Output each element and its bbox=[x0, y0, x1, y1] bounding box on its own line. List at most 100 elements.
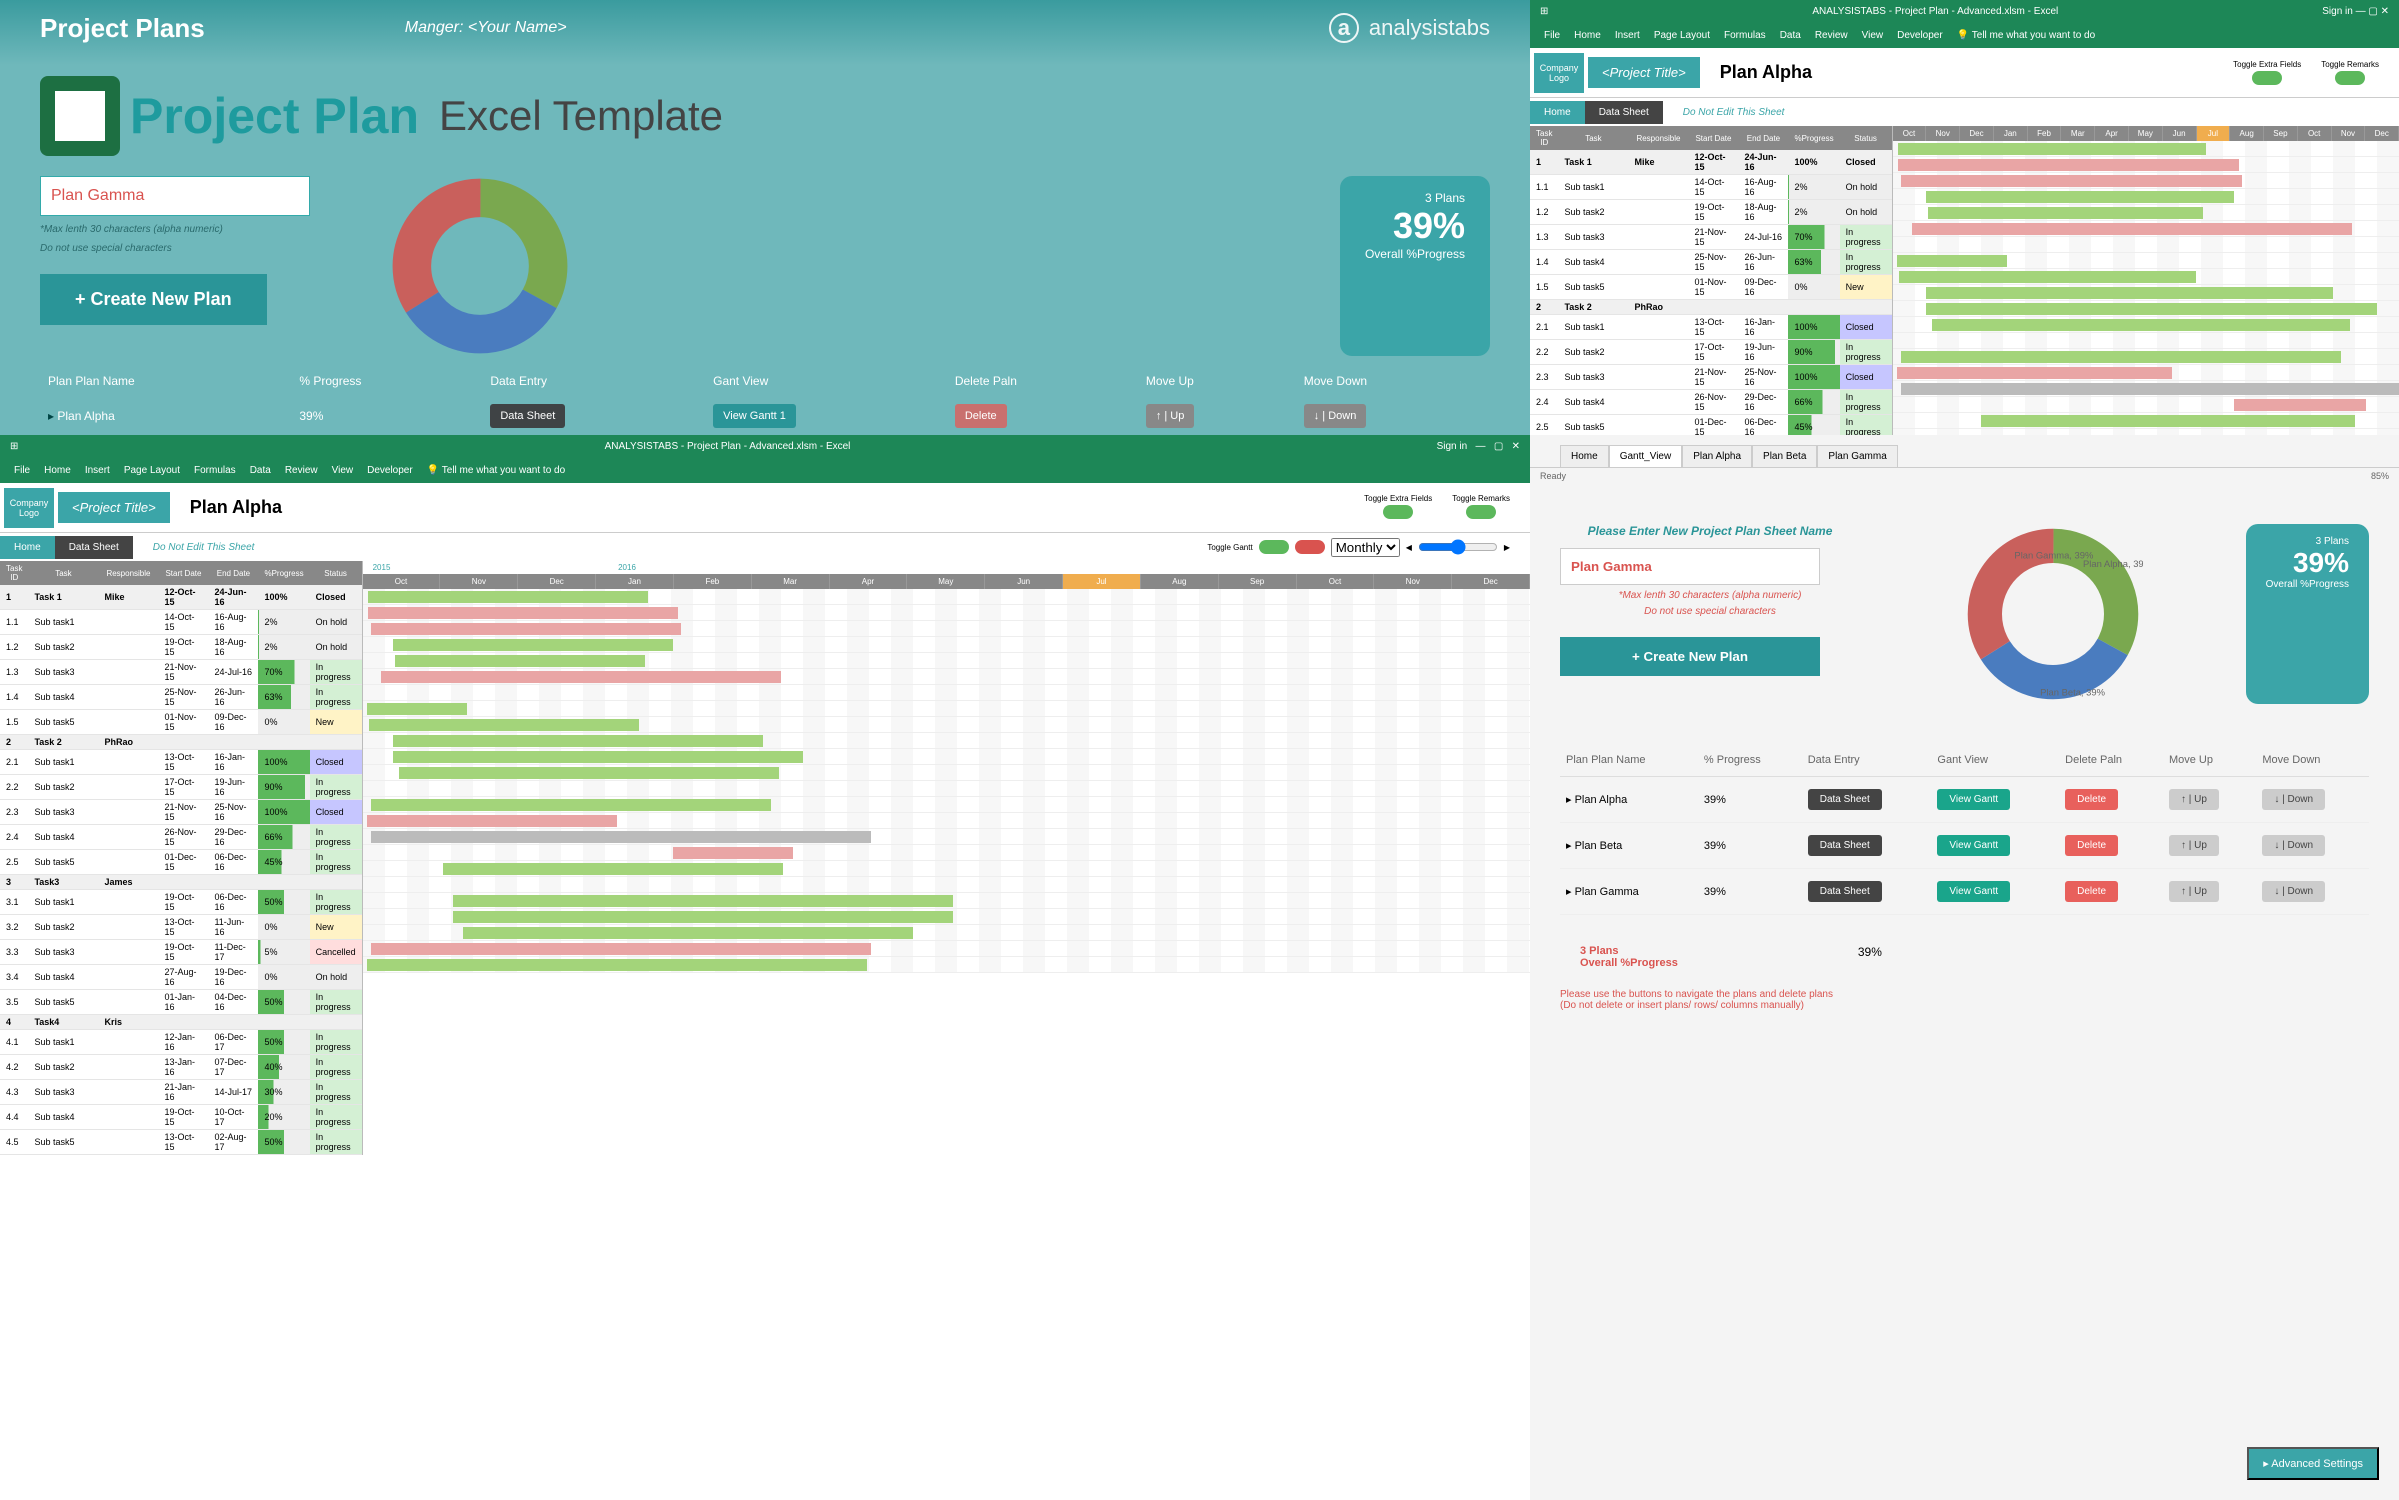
gantt-bar[interactable] bbox=[367, 959, 867, 971]
gantt-bar[interactable] bbox=[1928, 207, 2203, 219]
move-down-button[interactable]: ↓ | Down bbox=[2262, 881, 2325, 902]
datasheet-button[interactable]: Data Sheet bbox=[1808, 835, 1882, 856]
plan-name-input[interactable] bbox=[40, 176, 310, 216]
gantt-bar[interactable] bbox=[463, 927, 913, 939]
task-row[interactable]: 3.1Sub task119-Oct-1506-Dec-1650%In prog… bbox=[0, 890, 362, 915]
advanced-settings-button[interactable]: ▸ Advanced Settings bbox=[2247, 1447, 2379, 1480]
tab-datasheet[interactable]: Data Sheet bbox=[55, 536, 133, 559]
sheet-tab[interactable]: Home bbox=[1560, 445, 1609, 467]
task-row[interactable]: 1.1Sub task114-Oct-1516-Aug-162%On hold bbox=[1530, 175, 1892, 200]
task-row[interactable]: 3.4Sub task427-Aug-1619-Dec-160%On hold bbox=[0, 965, 362, 990]
delete-button[interactable]: Delete bbox=[2065, 835, 2118, 856]
sheet-tab[interactable]: Gantt_View bbox=[1609, 445, 1683, 467]
ribbon-tab[interactable]: Insert bbox=[85, 465, 110, 476]
ribbon-tab[interactable]: Page Layout bbox=[124, 465, 180, 476]
signin-link[interactable]: Sign in bbox=[1437, 441, 1468, 452]
gantt-bar[interactable] bbox=[1899, 271, 2196, 283]
window-controls-left[interactable]: ⊞ bbox=[1540, 6, 1548, 17]
task-row[interactable]: 1.2Sub task219-Oct-1518-Aug-162%On hold bbox=[1530, 200, 1892, 225]
gantt-bar[interactable] bbox=[1926, 287, 2333, 299]
gantt-bar[interactable] bbox=[2234, 399, 2366, 411]
ribbon-tab[interactable]: Data bbox=[250, 465, 271, 476]
task-row[interactable]: 1.3Sub task321-Nov-1524-Jul-1670%In prog… bbox=[0, 660, 362, 685]
gantt-bar[interactable] bbox=[1897, 255, 2007, 267]
ribbon-tab[interactable]: Formulas bbox=[1724, 30, 1766, 41]
ribbon-tab[interactable]: Home bbox=[44, 465, 71, 476]
task-row[interactable]: 1.3Sub task321-Nov-1524-Jul-1670%In prog… bbox=[1530, 225, 1892, 250]
toggle-gantt-off[interactable] bbox=[1295, 540, 1325, 554]
task-row[interactable]: 1.1Sub task114-Oct-1516-Aug-162%On hold bbox=[0, 610, 362, 635]
task-row[interactable]: 2.1Sub task113-Oct-1516-Jan-16100%Closed bbox=[1530, 315, 1892, 340]
move-up-button[interactable]: ↑ | Up bbox=[1146, 404, 1195, 428]
toggle-gantt-on[interactable] bbox=[1259, 540, 1289, 554]
task-row[interactable]: 1.4Sub task425-Nov-1526-Jun-1663%In prog… bbox=[0, 685, 362, 710]
gantt-bar[interactable] bbox=[1901, 175, 2242, 187]
expand-icon[interactable]: ▸ bbox=[1566, 794, 1572, 806]
datasheet-button[interactable]: Data Sheet bbox=[490, 404, 565, 428]
gantt-bar[interactable] bbox=[371, 831, 871, 843]
task-row[interactable]: 4.2Sub task213-Jan-1607-Dec-1740%In prog… bbox=[0, 1055, 362, 1080]
gantt-bar[interactable] bbox=[368, 591, 648, 603]
task-row[interactable]: 1.4Sub task425-Nov-1526-Jun-1663%In prog… bbox=[1530, 250, 1892, 275]
gantt-bar[interactable] bbox=[1897, 367, 2172, 379]
task-row[interactable]: 1.5Sub task501-Nov-1509-Dec-160%New bbox=[0, 710, 362, 735]
task-row[interactable]: 2.3Sub task321-Nov-1525-Nov-16100%Closed bbox=[1530, 365, 1892, 390]
task-row[interactable]: 1.2Sub task219-Oct-1518-Aug-162%On hold bbox=[0, 635, 362, 660]
gantt-bar[interactable] bbox=[1926, 191, 2234, 203]
toggle-remarks-show[interactable] bbox=[1466, 505, 1496, 519]
move-up-button[interactable]: ↑ | Up bbox=[2169, 835, 2219, 856]
task-row[interactable]: 2.1Sub task113-Oct-1516-Jan-16100%Closed bbox=[0, 750, 362, 775]
ribbon-tab[interactable]: Data bbox=[1780, 30, 1801, 41]
gantt-bar[interactable] bbox=[393, 751, 803, 763]
ribbon-tab[interactable]: Developer bbox=[367, 465, 413, 476]
gantt-bar[interactable] bbox=[393, 735, 763, 747]
ribbon-tab[interactable]: Home bbox=[1574, 30, 1601, 41]
task-row[interactable]: 2Task 2PhRao bbox=[0, 735, 362, 750]
task-row[interactable]: 4.1Sub task112-Jan-1606-Dec-1750%In prog… bbox=[0, 1030, 362, 1055]
ribbon-tab[interactable]: Review bbox=[1815, 30, 1848, 41]
gantt-bar[interactable] bbox=[371, 799, 771, 811]
gantt-bar[interactable] bbox=[369, 719, 639, 731]
task-row[interactable]: 4.5Sub task513-Oct-1502-Aug-1750%In prog… bbox=[0, 1130, 362, 1155]
delete-button[interactable]: Delete bbox=[2065, 789, 2118, 810]
task-row[interactable]: 2.5Sub task501-Dec-1506-Dec-1645%In prog… bbox=[0, 850, 362, 875]
window-controls-right[interactable]: Sign in — ▢ ✕ bbox=[2322, 6, 2389, 17]
gantt-bar[interactable] bbox=[371, 623, 681, 635]
task-row[interactable]: 2.4Sub task426-Nov-1529-Dec-1666%In prog… bbox=[1530, 390, 1892, 415]
gantt-bar[interactable] bbox=[381, 671, 781, 683]
delete-button[interactable]: Delete bbox=[955, 404, 1007, 428]
scroll-right-icon[interactable]: ▶ bbox=[1504, 543, 1510, 552]
gantt-bar[interactable] bbox=[367, 815, 617, 827]
task-row[interactable]: 4.4Sub task419-Oct-1510-Oct-1720%In prog… bbox=[0, 1105, 362, 1130]
ribbon-tab[interactable]: Formulas bbox=[194, 465, 236, 476]
task-row[interactable]: 2.2Sub task217-Oct-1519-Jun-1690%In prog… bbox=[0, 775, 362, 800]
gantt-bar[interactable] bbox=[1912, 223, 2352, 235]
gantt-bar[interactable] bbox=[1898, 159, 2239, 171]
window-controls-right[interactable]: Sign in — ▢ ✕ bbox=[1437, 441, 1520, 452]
move-down-button[interactable]: ↓ | Down bbox=[1304, 404, 1367, 428]
gantt-bar[interactable] bbox=[1926, 303, 2377, 315]
gantt-bar[interactable] bbox=[371, 943, 871, 955]
ribbon-tab[interactable]: File bbox=[1544, 30, 1560, 41]
ribbon-tab[interactable]: Insert bbox=[1615, 30, 1640, 41]
sheet-tab[interactable]: Plan Alpha bbox=[1682, 445, 1752, 467]
gantt-bar[interactable] bbox=[368, 607, 678, 619]
view-gantt-button[interactable]: View Gantt bbox=[1937, 835, 2010, 856]
expand-icon[interactable]: ▸ bbox=[1566, 886, 1572, 898]
task-row[interactable]: 3.5Sub task501-Jan-1604-Dec-1650%In prog… bbox=[0, 990, 362, 1015]
sheet-tab[interactable]: Plan Beta bbox=[1752, 445, 1817, 467]
task-row[interactable]: 3.3Sub task319-Oct-1511-Dec-175%Cancelle… bbox=[0, 940, 362, 965]
gantt-bar[interactable] bbox=[1901, 351, 2341, 363]
gantt-bar[interactable] bbox=[1898, 143, 2206, 155]
task-row[interactable]: 2.4Sub task426-Nov-1529-Dec-1666%In prog… bbox=[0, 825, 362, 850]
ribbon-tab[interactable]: Developer bbox=[1897, 30, 1943, 41]
view-gantt-button[interactable]: View Gantt 1 bbox=[713, 404, 796, 428]
sheet-tab[interactable]: Plan Gamma bbox=[1817, 445, 1897, 467]
ribbon-tab[interactable]: Review bbox=[285, 465, 318, 476]
project-title-field[interactable]: <Project Title> bbox=[58, 492, 170, 523]
gantt-bar[interactable] bbox=[395, 655, 645, 667]
gantt-bar[interactable] bbox=[399, 767, 779, 779]
create-plan-button[interactable]: + Create New Plan bbox=[40, 274, 267, 325]
gantt-bar[interactable] bbox=[453, 911, 953, 923]
plan-name-input[interactable] bbox=[1560, 548, 1820, 585]
